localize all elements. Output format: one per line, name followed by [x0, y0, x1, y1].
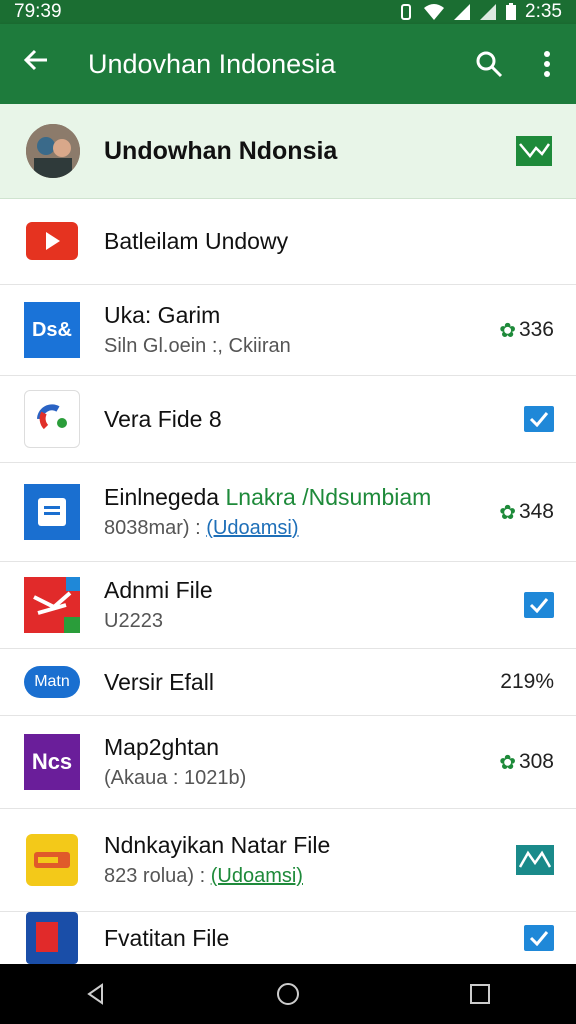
list-item[interactable]: Matn Versir Efall 219% [0, 649, 576, 716]
item-percent: 219% [500, 670, 554, 693]
status-bar: 79:39 2:35 [0, 0, 576, 24]
sync-app-icon [24, 390, 80, 448]
item-title: Vera Fide 8 [104, 405, 222, 432]
item-count: ✿ 348 [499, 500, 554, 524]
item-title: Batleilam Undowy [104, 227, 289, 254]
checkbox-checked[interactable] [524, 925, 554, 951]
red-app-icon [24, 577, 80, 633]
back-button[interactable] [0, 47, 72, 81]
home-circle-icon[interactable] [275, 981, 301, 1007]
item-subtitle: U2223 [104, 610, 163, 632]
status-icons: 2:35 [397, 1, 562, 23]
list-item[interactable]: Ndnkayikan Natar File 823 rolua) : (Udoa… [0, 809, 576, 912]
wifi-icon [424, 4, 445, 20]
signal-icon-2 [480, 4, 497, 20]
list-item[interactable]: Einlnegeda Lnakra /Ndsumbiam 8038mar) : … [0, 463, 576, 562]
item-subtitle: 8038mar) : (Udoamsi) [104, 517, 299, 539]
item-count: ✿ 336 [499, 318, 554, 342]
yellow-app-icon [24, 832, 80, 888]
item-title: Versir Efall [104, 668, 214, 695]
item-link[interactable]: (Udoamsi) [206, 517, 298, 539]
back-triangle-icon[interactable] [84, 982, 108, 1006]
item-count: ✿ 308 [499, 750, 554, 774]
check-icon [529, 931, 549, 946]
clover-icon: ✿ [499, 501, 516, 524]
ncs-app-icon: Ncs [24, 734, 80, 790]
item-title: Map2ghtan [104, 734, 220, 760]
check-icon [529, 412, 549, 427]
battery-icon [506, 3, 517, 20]
item-link[interactable]: (Udoamsi) [211, 865, 303, 887]
item-subtitle: 823 rolua) : (Udoamsi) [104, 865, 303, 887]
app-bar-title: Undovhan Indonesia [88, 48, 336, 79]
more-vert-icon [544, 51, 550, 77]
ds-app-icon: Ds& [24, 302, 80, 358]
list-item[interactable]: Batleilam Undowy [0, 198, 576, 285]
item-title: Uka: Garim [104, 302, 221, 328]
matn-app-icon: Matn [24, 654, 80, 710]
search-button[interactable] [460, 50, 518, 78]
channel-title: Undowhan Ndonsia [104, 136, 338, 165]
mail-check-icon[interactable] [516, 136, 552, 166]
youtube-icon [24, 213, 80, 269]
checkbox-checked[interactable] [524, 406, 554, 432]
item-title: Adnmi File [104, 577, 213, 603]
list-item[interactable]: Ds& Uka: Garim Siln Gl.oein :, Ckiiran ✿… [0, 285, 576, 376]
system-nav-bar [0, 964, 576, 1024]
search-icon [476, 51, 503, 78]
item-title: Ndnkayikan Natar File [104, 832, 331, 858]
list-item[interactable]: Adnmi File U2223 [0, 562, 576, 649]
list-item[interactable]: Fvatitan File [0, 912, 576, 964]
arrow-left-icon [23, 49, 47, 71]
signal-icon [454, 4, 471, 20]
check-icon [529, 598, 549, 613]
clover-icon: ✿ [499, 319, 516, 342]
overflow-menu-button[interactable] [518, 50, 576, 78]
recents-square-icon[interactable] [468, 982, 492, 1006]
avatar [26, 124, 80, 178]
item-subtitle: Siln Gl.oein :, Ckiiran [104, 335, 291, 357]
vibrate-icon [401, 4, 412, 20]
file-app-icon [24, 912, 80, 964]
list-item[interactable]: Ncs Map2ghtan (Akaua : 1021b) ✿ 308 [0, 716, 576, 809]
clover-icon: ✿ [499, 751, 516, 774]
document-app-icon [24, 484, 80, 540]
channel-header[interactable]: Undowhan Ndonsia [0, 104, 576, 199]
item-title: Fvatitan File [104, 924, 230, 951]
list-item[interactable]: Vera Fide 8 [0, 376, 576, 463]
status-time: 79:39 [14, 1, 62, 22]
mail-check-icon[interactable] [516, 845, 554, 875]
checkbox-checked[interactable] [524, 592, 554, 618]
app-bar: Undovhan Indonesia [0, 24, 576, 104]
item-title: Einlnegeda Lnakra /Ndsumbiam [104, 484, 432, 510]
status-clock-right: 2:35 [525, 1, 562, 22]
item-subtitle: (Akaua : 1021b) [104, 767, 247, 789]
